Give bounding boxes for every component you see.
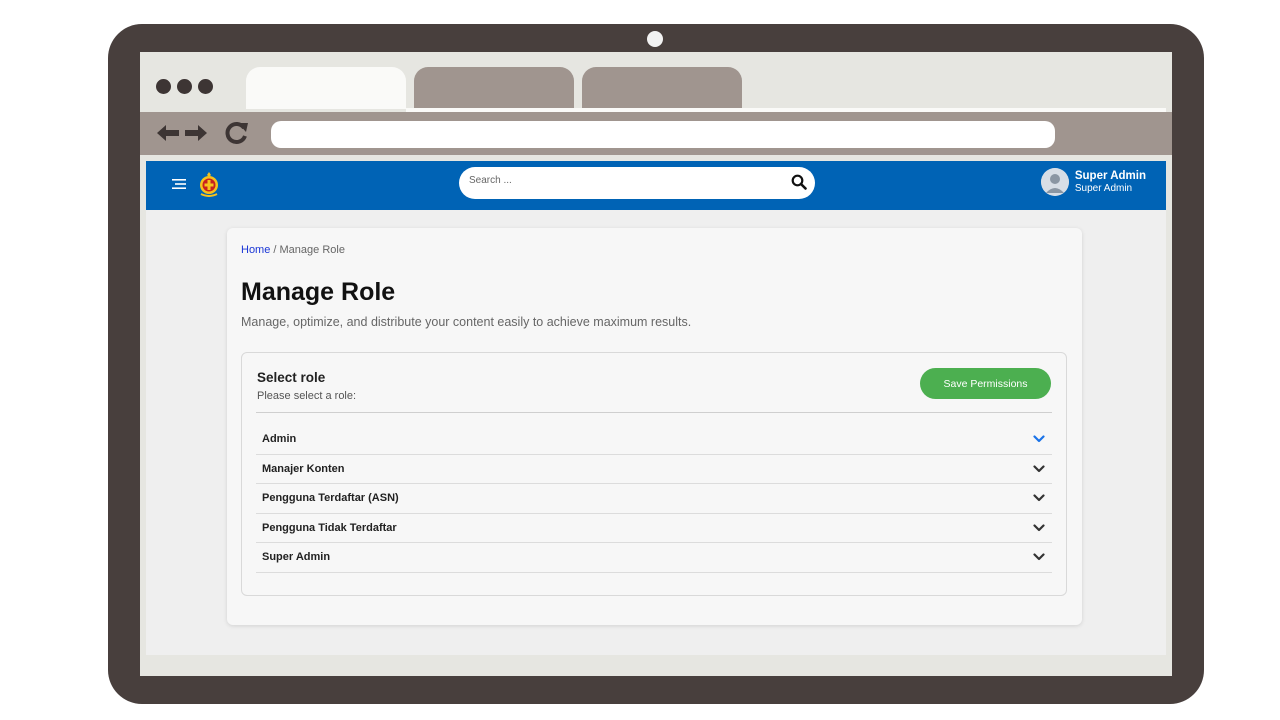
chevron-down-icon[interactable] bbox=[1032, 521, 1046, 535]
role-item-admin[interactable]: Admin bbox=[256, 425, 1052, 455]
divider bbox=[256, 412, 1052, 413]
chevron-down-icon[interactable] bbox=[1032, 462, 1046, 476]
breadcrumb-home-link[interactable]: Home bbox=[241, 244, 270, 256]
breadcrumb: Home / Manage Role bbox=[241, 244, 345, 256]
search-box bbox=[459, 167, 815, 199]
role-item-pengguna-tidak-terdaftar[interactable]: Pengguna Tidak Terdaftar bbox=[256, 514, 1052, 543]
page-title: Manage Role bbox=[241, 278, 396, 306]
window-dot[interactable] bbox=[156, 79, 171, 94]
forward-arrow-icon[interactable] bbox=[184, 120, 208, 146]
back-arrow-icon[interactable] bbox=[156, 120, 180, 146]
chevron-down-icon[interactable] bbox=[1032, 432, 1046, 446]
role-item-pengguna-terdaftar[interactable]: Pengguna Terdaftar (ASN) bbox=[256, 484, 1052, 514]
user-name: Super Admin bbox=[1074, 169, 1146, 182]
role-label: Manajer Konten bbox=[262, 462, 345, 475]
role-label: Pengguna Terdaftar (ASN) bbox=[262, 492, 399, 505]
search-icon[interactable] bbox=[791, 174, 807, 195]
user-info: Super Admin Super Admin bbox=[1075, 169, 1146, 196]
manage-role-card: Home / Manage Role Manage Role Manage, o… bbox=[227, 228, 1082, 625]
browser-tab-active[interactable] bbox=[246, 67, 406, 109]
panel-subtitle: Please select a role: bbox=[257, 390, 357, 402]
reload-icon[interactable] bbox=[224, 120, 250, 146]
address-bar[interactable] bbox=[271, 121, 1055, 148]
role-item-manajer-konten[interactable]: Manajer Konten bbox=[256, 455, 1052, 484]
role-list: Admin Manajer Konten Pengguna Terdaftar … bbox=[256, 425, 1052, 573]
menu-icon[interactable] bbox=[172, 177, 188, 196]
search-input[interactable] bbox=[469, 175, 769, 186]
emblem-logo-icon bbox=[198, 171, 220, 202]
window-dot[interactable] bbox=[198, 79, 213, 94]
breadcrumb-current: Manage Role bbox=[279, 244, 345, 256]
panel-title: Select role bbox=[257, 370, 326, 385]
breadcrumb-separator: / bbox=[270, 244, 280, 256]
chevron-down-icon[interactable] bbox=[1032, 550, 1046, 564]
browser-tab[interactable] bbox=[582, 67, 742, 109]
camera-dot bbox=[647, 31, 663, 47]
role-panel: Select role Please select a role: Save P… bbox=[241, 352, 1067, 596]
main-content: Home / Manage Role Manage Role Manage, o… bbox=[146, 210, 1166, 655]
user-menu[interactable]: Super Admin Super Admin bbox=[1040, 168, 1146, 196]
page-subtitle: Manage, optimize, and distribute your co… bbox=[241, 315, 692, 329]
browser-tab[interactable] bbox=[414, 67, 574, 109]
role-label: Super Admin bbox=[262, 551, 331, 564]
chevron-down-icon[interactable] bbox=[1032, 491, 1046, 505]
window-controls bbox=[156, 79, 213, 94]
window-dot[interactable] bbox=[177, 79, 192, 94]
app-header: Super Admin Super Admin bbox=[146, 161, 1166, 210]
role-item-super-admin[interactable]: Super Admin bbox=[256, 543, 1052, 573]
avatar[interactable] bbox=[1040, 168, 1069, 196]
role-label: Pengguna Tidak Terdaftar bbox=[262, 521, 397, 534]
role-label: Admin bbox=[262, 433, 297, 446]
user-role: Super Admin bbox=[1074, 182, 1133, 194]
save-permissions-button[interactable]: Save Permissions bbox=[920, 368, 1051, 399]
browser-window: Super Admin Super Admin Home / Manage Ro… bbox=[140, 52, 1172, 676]
